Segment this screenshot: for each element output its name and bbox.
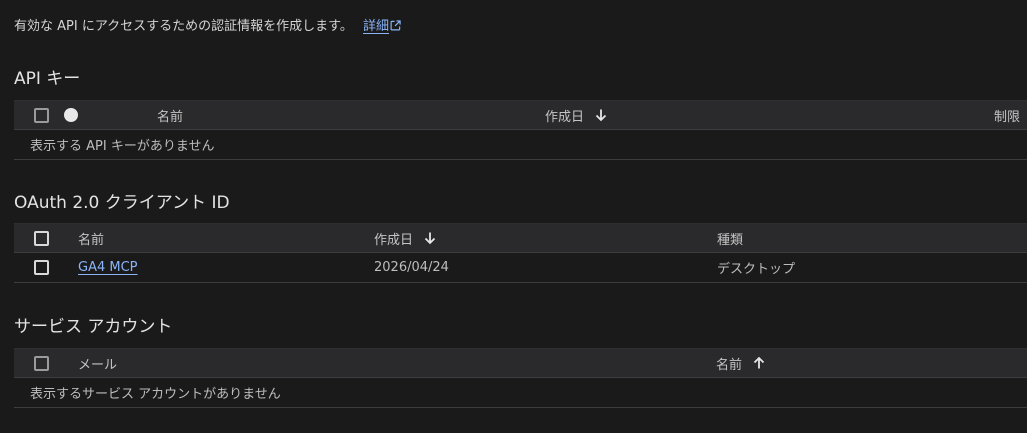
intro-text: 有効な API にアクセスするための認証情報を作成します。 詳細 [14,15,401,35]
oauth-col-created-label: 作成日 [374,232,414,248]
service-accounts-empty-row: 表示するサービス アカウントがありません [14,378,1027,408]
oauth-client-link[interactable]: GA4 MCP [78,260,138,275]
service-accounts-title: サービス アカウント [14,317,173,337]
oauth-title: OAuth 2.0 クライアント ID [14,193,230,213]
service-accounts-header-row: メール 名前 [14,348,1027,378]
oauth-row-checkbox-cell [34,253,49,282]
oauth-row-type: デスクトップ [717,262,796,277]
oauth-table: 名前 作成日 種類 GA4 MCP 2026/04/24 デスクトップ [14,223,1027,283]
api-keys-title: API キー [14,69,81,89]
oauth-col-created[interactable]: 作成日 [374,224,437,252]
oauth-col-type[interactable]: 種類 [717,224,743,252]
api-keys-empty-row: 表示する API キーがありません [14,130,1027,160]
arrow-up-icon[interactable] [752,356,766,370]
api-keys-col-created[interactable]: 作成日 [545,101,608,129]
oauth-row-checkbox[interactable] [34,260,49,275]
service-accounts-table: メール 名前 表示するサービス アカウントがありません [14,348,1027,408]
api-keys-select-all-checkbox[interactable] [34,107,49,123]
oauth-row-created: 2026/04/24 [374,260,449,275]
api-keys-table: 名前 作成日 制限 表示する API キーがありません [14,100,1027,160]
api-keys-col-created-label: 作成日 [545,109,585,125]
sa-select-all-cell [34,349,49,377]
service-accounts-select-all-checkbox[interactable] [34,355,49,371]
oauth-row-name-cell: GA4 MCP [78,253,138,282]
sa-col-name-label: 名前 [716,357,743,373]
select-all-checkbox-cell [34,101,49,129]
learn-more-link[interactable]: 詳細 [363,19,401,34]
credentials-page: 有効な API にアクセスするための認証情報を作成します。 詳細 API キー … [0,0,1027,433]
api-keys-empty-message: 表示する API キーがありません [30,139,215,154]
oauth-col-name[interactable]: 名前 [78,224,104,252]
status-column-cell [64,101,78,129]
open-in-new-icon [390,20,401,35]
arrow-down-icon[interactable] [423,231,437,245]
service-accounts-empty-message: 表示するサービス アカウントがありません [30,387,281,402]
sa-col-email[interactable]: メール [78,349,117,377]
api-keys-col-restrictions[interactable]: 制限 [994,101,1020,129]
status-dot-icon[interactable] [64,108,78,122]
arrow-down-icon[interactable] [594,108,608,122]
oauth-select-all-cell [34,224,49,252]
learn-more-label: 詳細 [363,19,390,34]
sa-col-name[interactable]: 名前 [716,349,766,377]
table-row: GA4 MCP 2026/04/24 デスクトップ [14,253,1027,283]
intro-description: 有効な API にアクセスするための認証情報を作成します。 [14,19,353,34]
oauth-select-all-checkbox[interactable] [34,230,49,246]
oauth-header-row: 名前 作成日 種類 [14,223,1027,253]
api-keys-col-name[interactable]: 名前 [157,101,183,129]
api-keys-header-row: 名前 作成日 制限 [14,100,1027,130]
